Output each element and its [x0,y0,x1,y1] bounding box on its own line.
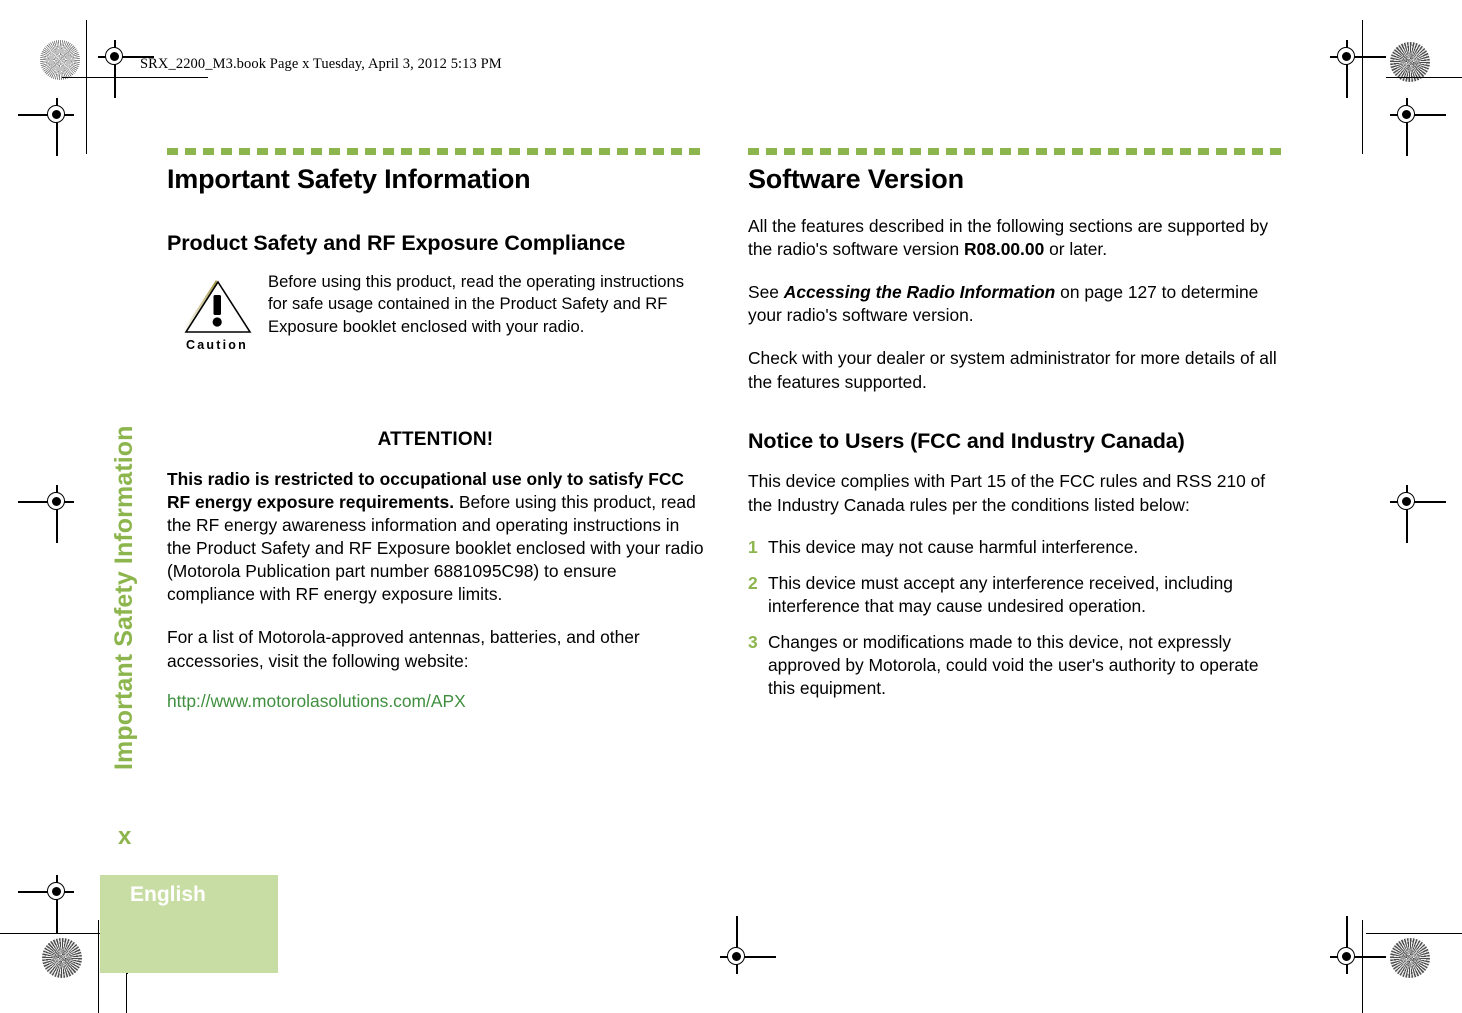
right-column: Software Version All the features descri… [748,148,1285,700]
star-target-mark-bottom-left [42,938,82,978]
software-version-rule [748,148,1285,155]
section-heading-software-version: Software Version [748,164,964,194]
list-item-number: 2 [748,572,758,593]
running-header: SRX_2200_M3.book Page x Tuesday, April 3… [140,56,502,72]
list-item-text: This device must accept any interference… [768,572,1233,616]
list-item-text: Changes or modifications made to this de… [768,632,1259,699]
registration-mark-bottom-center [720,916,776,974]
registration-mark-bottom-right [1330,916,1386,974]
caution-callout: Caution Before using this product, read … [167,271,704,367]
see-reference-paragraph: See Accessing the Radio Information on p… [748,281,1285,327]
sidebar-chapter-tab: Important Safety Information [110,425,138,771]
cross-reference-link[interactable]: Accessing the Radio Information [784,282,1056,302]
software-version-paragraph: All the features described in the follow… [748,215,1285,261]
document-page: SRX_2200_M3.book Page x Tuesday, April 3… [0,0,1462,1013]
antenna-paragraph: For a list of Motorola-approved antennas… [167,627,640,671]
motorola-apx-url[interactable]: http://www.motorolasolutions.com/APX [167,690,704,713]
trim-line-top-right-vertical [1362,20,1364,154]
caution-triangle-icon [180,277,254,335]
trim-line-top-left-horizontal [62,77,208,79]
trim-line-top-right-horizontal [1386,77,1462,79]
list-item-number: 3 [748,632,758,653]
page-number: x [118,823,132,850]
list-item: 1 This device may not cause harmful inte… [748,536,1285,559]
registration-mark-left-upper [18,98,74,156]
fcc-conditions-list: 1 This device may not cause harmful inte… [748,536,1285,701]
section-heading-notice-to-users: Notice to Users (FCC and Industry Canada… [748,428,1185,453]
list-item-number: 1 [748,536,758,557]
trim-line-bottom-right-horizontal [1366,933,1462,935]
list-item: 3 Changes or modifications made to this … [748,631,1285,700]
language-label: English [130,883,206,906]
caution-icon-group: Caution [171,277,263,352]
list-item: 2 This device must accept any interferen… [748,572,1285,618]
left-column: Important Safety Information Product Saf… [167,148,704,713]
caution-label: Caution [186,337,248,352]
registration-mark-left-middle [18,485,74,543]
star-target-mark-top-left [40,40,80,80]
registration-mark-left-lower [18,875,74,933]
trim-line-bottom-right-vertical [1362,920,1364,1013]
registration-mark-top-left [98,40,154,98]
attention-paragraph: This radio is restricted to occupational… [167,468,704,607]
registration-mark-top-right [1330,40,1386,98]
chapter-rule [167,148,704,155]
star-target-mark-top-right [1390,42,1430,82]
trim-line-top-left-vertical [86,20,88,154]
caution-text: Before using this product, read the oper… [268,271,685,336]
check-dealer-paragraph: Check with your dealer or system adminis… [748,348,1277,392]
software-paragraph-after: or later. [1044,239,1108,259]
notice-intro-paragraph: This device complies with Part 15 of the… [748,471,1266,515]
star-target-mark-bottom-right [1390,938,1430,978]
registration-mark-right-middle [1390,485,1446,543]
section-heading-product-safety: Product Safety and RF Exposure Complianc… [167,230,626,255]
see-paragraph-before: See [748,282,784,303]
software-version-value: R08.00.00 [963,239,1045,259]
registration-mark-right-upper [1390,98,1446,156]
list-item-text: This device may not cause harmful interf… [768,536,1139,557]
attention-heading: ATTENTION! [377,428,494,450]
page-title: Important Safety Information [167,164,531,194]
